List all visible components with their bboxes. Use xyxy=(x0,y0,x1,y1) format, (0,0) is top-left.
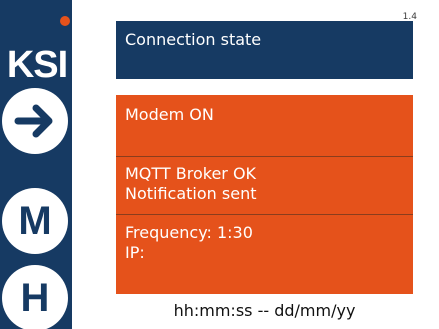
next-button[interactable] xyxy=(2,88,68,154)
brand-logo-text: KSI xyxy=(6,44,68,86)
h-button-label: H xyxy=(20,276,50,320)
m-button[interactable]: M xyxy=(2,188,68,254)
notification-status: Notification sent xyxy=(125,184,257,203)
sidebar: KSI M H xyxy=(0,0,72,329)
m-button-label: M xyxy=(18,199,52,243)
mqtt-broker-status: MQTT Broker OK xyxy=(125,164,257,183)
ip-address-label: IP: xyxy=(125,243,145,262)
status-indicator-icon xyxy=(60,16,70,26)
h-button[interactable]: H xyxy=(2,265,68,329)
right-arrow-icon xyxy=(14,104,53,138)
page-title-panel: Connection state xyxy=(116,21,413,79)
connection-state-screen: KSI M H 1.4 Connection state Modem ON MQ… xyxy=(0,0,439,329)
modem-status: Modem ON xyxy=(125,105,214,124)
datetime-format: hh:mm:ss -- dd/mm/yy xyxy=(173,301,356,320)
status-divider xyxy=(116,214,413,215)
frequency-value: Frequency: 1:30 xyxy=(125,223,253,242)
page-title: Connection state xyxy=(125,30,262,49)
status-divider xyxy=(116,156,413,157)
connection-status-panel: Modem ON MQTT Broker OK Notification sen… xyxy=(116,95,413,294)
